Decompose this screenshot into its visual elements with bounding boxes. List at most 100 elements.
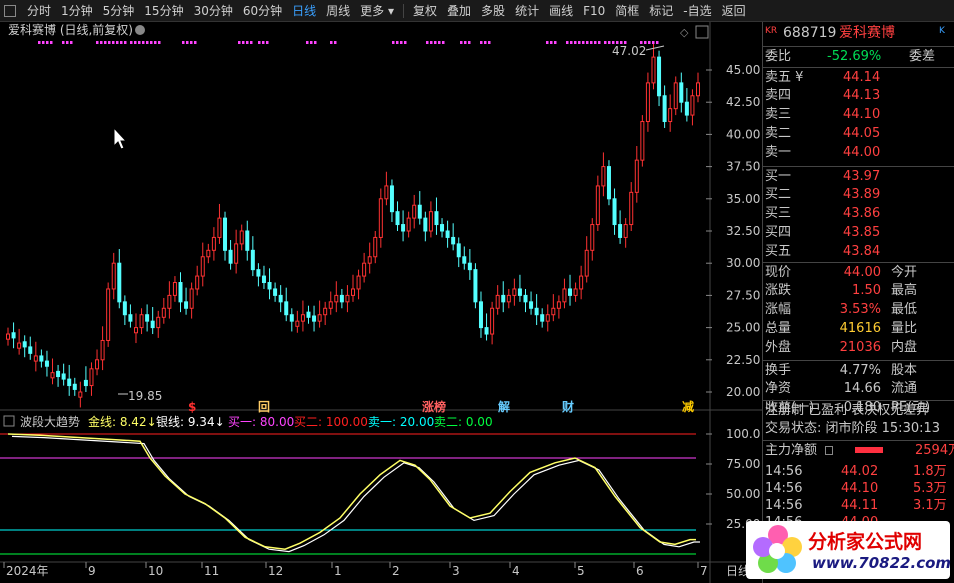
candle-body xyxy=(139,314,144,329)
x-tick-label: 10 xyxy=(148,564,163,578)
candle-body xyxy=(662,95,667,123)
stat2-row: 净资 14.66 流通 xyxy=(763,379,954,398)
silver-line-value: 银线: 9.34↓ xyxy=(156,415,225,429)
x-tick-label: 11 xyxy=(204,564,219,578)
signal-dot xyxy=(138,41,141,44)
stat-row: 外盘 21036 内盘 xyxy=(763,338,954,357)
signal-dot xyxy=(70,41,73,44)
signal-dot xyxy=(566,41,569,44)
signal-dot xyxy=(100,41,103,44)
y-tick-label: 22.50 xyxy=(726,353,760,367)
multi-stock-button[interactable]: 多股 xyxy=(476,0,510,22)
candle-body xyxy=(529,301,534,309)
candle-body xyxy=(6,333,10,340)
candle-body xyxy=(312,315,317,322)
signal-dot xyxy=(430,41,433,44)
candle-body xyxy=(501,294,506,303)
simple-frame-button[interactable]: 简框 xyxy=(610,0,644,22)
signal-dot xyxy=(238,41,241,44)
candle-body xyxy=(72,383,77,390)
indicator-y-label: 75.00 xyxy=(726,457,760,471)
candle-body xyxy=(428,211,433,232)
candle-body xyxy=(345,294,350,303)
candle-body xyxy=(67,378,72,387)
candle-body xyxy=(367,256,372,264)
diamond-icon[interactable]: ◇ xyxy=(680,26,689,39)
signal-dot xyxy=(190,41,193,44)
k-icon[interactable]: K xyxy=(939,22,945,41)
list-icon[interactable] xyxy=(825,446,833,455)
bid-price: 43.86 xyxy=(843,206,881,221)
mark-button[interactable]: 标记 xyxy=(644,0,678,22)
candle-body xyxy=(545,314,550,322)
stat-row: 总量 41616 量比 xyxy=(763,319,954,338)
candle-body xyxy=(239,230,244,245)
weicha-label: 委差 xyxy=(909,49,936,64)
event-marker-5: 减 xyxy=(682,399,694,414)
signal-dot xyxy=(604,41,607,44)
signal-dot xyxy=(546,41,549,44)
tab-1min[interactable]: 1分钟 xyxy=(56,0,98,22)
event-marker-0: $ xyxy=(188,400,196,414)
candle-body xyxy=(690,95,695,116)
flower-logo-icon xyxy=(753,525,802,573)
y-tick-label: 32.50 xyxy=(726,224,760,238)
indicator-name[interactable]: 波段大趋势 xyxy=(20,414,80,429)
signal-dot xyxy=(158,41,161,44)
candle-body xyxy=(28,346,33,354)
tab-more[interactable]: 更多 ▾ xyxy=(355,0,399,22)
candle-body xyxy=(673,82,678,110)
signal-dot xyxy=(134,41,137,44)
candle-body xyxy=(317,314,322,322)
candle-body xyxy=(389,185,394,213)
x-tick-label: 2 xyxy=(392,564,400,578)
back-button[interactable]: 返回 xyxy=(717,0,751,22)
candle-body xyxy=(161,307,166,318)
x-tick-label: 1 xyxy=(334,564,342,578)
trade-status-row: 交易状态: 闭市阶段 15:30:13 xyxy=(763,419,954,438)
candle-body xyxy=(612,198,617,226)
tab-30min[interactable]: 30分钟 xyxy=(189,0,238,22)
signal-dot xyxy=(104,41,107,44)
y-tick-label: 20.00 xyxy=(726,385,760,399)
draw-line-button[interactable]: 画线 xyxy=(544,0,578,22)
candle-body xyxy=(300,314,305,322)
candle-body xyxy=(106,288,111,341)
tab-5min[interactable]: 5分钟 xyxy=(98,0,140,22)
candle-body xyxy=(289,314,294,322)
stat-row: 现价 44.00 今开 xyxy=(763,262,954,281)
f10-button[interactable]: F10 xyxy=(578,0,610,22)
title-dropdown-icon[interactable] xyxy=(135,25,145,35)
candle-body xyxy=(456,243,461,258)
candle-body xyxy=(634,159,639,193)
signal-dot xyxy=(468,41,471,44)
signal-dot xyxy=(392,41,395,44)
statistics-button[interactable]: 统计 xyxy=(510,0,544,22)
tab-weekly[interactable]: 周线 xyxy=(321,0,355,22)
candle-body xyxy=(100,339,105,361)
tab-intraday[interactable]: 分时 xyxy=(22,0,56,22)
signal-dot xyxy=(124,41,127,44)
stat-value: 21036 xyxy=(839,340,881,355)
candle-body xyxy=(478,301,483,329)
candle-body xyxy=(512,288,517,296)
bid-label: 买五 xyxy=(765,244,792,259)
kline-chart-area[interactable]: 爱科赛博 (日线,前复权) 45.00 42.50 40.00 37.50 35.00 3… xyxy=(0,22,762,583)
remove-watchlist-button[interactable]: -自选 xyxy=(678,0,716,22)
candle-body xyxy=(490,307,495,335)
candle-body xyxy=(256,269,261,277)
signal-dot xyxy=(574,41,577,44)
ask-label: 卖五 ¥ xyxy=(765,70,804,85)
signal-dot xyxy=(108,41,111,44)
tab-15min[interactable]: 15分钟 xyxy=(139,0,188,22)
candle-body xyxy=(401,224,406,232)
candle-body xyxy=(556,301,561,309)
tab-60min[interactable]: 60分钟 xyxy=(238,0,287,22)
candle-body xyxy=(384,185,389,200)
panel-toggle-icon[interactable] xyxy=(4,4,16,17)
tab-daily[interactable]: 日线 xyxy=(287,0,321,22)
overlay-button[interactable]: 叠加 xyxy=(442,0,476,22)
adjust-button[interactable]: 复权 xyxy=(408,0,442,22)
candle-body xyxy=(684,101,689,116)
sell1-value: 卖一: 20.00 xyxy=(368,415,434,429)
